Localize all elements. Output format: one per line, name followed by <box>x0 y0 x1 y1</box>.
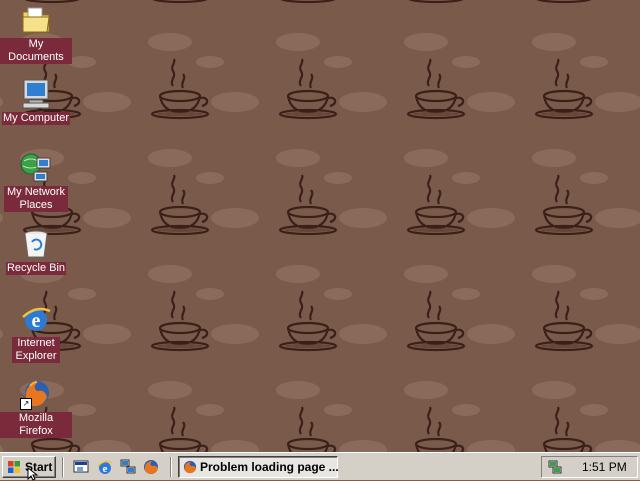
desktop-icon-my-documents[interactable]: My Documents <box>0 4 72 64</box>
computer-icon <box>20 78 52 110</box>
folder-documents-icon <box>20 4 52 36</box>
windows-logo-icon <box>8 461 20 473</box>
task-button-firefox[interactable]: Problem loading page ... <box>178 456 339 478</box>
taskbar-separator <box>170 457 172 477</box>
desktop-icon-label: My Computer <box>1 112 71 125</box>
desktop-icon-recycle-bin[interactable]: Recycle Bin <box>0 228 72 275</box>
clock[interactable]: 1:51 PM <box>582 460 627 474</box>
desktop-icon-internet-explorer[interactable]: e Internet Explorer <box>0 303 72 363</box>
desktop-icon-label: My Documents <box>0 38 72 64</box>
task-button-label: Problem loading page ... <box>200 460 339 474</box>
svg-text:e: e <box>103 463 108 475</box>
network-icon <box>20 152 52 184</box>
desktop-icon-label: Mozilla Firefox <box>0 412 72 438</box>
firefox-icon[interactable] <box>143 459 159 475</box>
network-connection-icon[interactable] <box>547 459 563 475</box>
svg-text:e: e <box>32 310 41 332</box>
desktop-icon-my-computer[interactable]: My Computer <box>0 78 72 125</box>
desktop-icon-mozilla-firefox[interactable]: ↗ Mozilla Firefox <box>0 378 72 438</box>
ie-icon: e <box>20 303 52 335</box>
desktop-icon-my-network-places[interactable]: My Network Places <box>0 152 72 212</box>
recycle-bin-icon <box>20 228 52 260</box>
desktop-icon-label: Recycle Bin <box>5 262 67 275</box>
ie-icon[interactable]: e <box>97 459 113 475</box>
system-tray: 1:51 PM <box>541 456 638 478</box>
mouse-cursor-icon <box>27 467 39 481</box>
taskbar-separator <box>62 457 64 477</box>
firefox-icon: ↗ <box>20 378 52 410</box>
firefox-icon <box>183 460 197 474</box>
desktop[interactable]: My Documents My Computer My Network Plac… <box>0 0 640 452</box>
desktop-icon-label: My Network Places <box>4 186 68 212</box>
network-icon[interactable] <box>120 459 136 475</box>
show-desktop-icon[interactable] <box>73 459 89 475</box>
shortcut-arrow-icon: ↗ <box>20 398 32 410</box>
taskbar: Start e Problem loading page ... 1:51 PM <box>0 452 640 480</box>
desktop-icon-label: Internet Explorer <box>12 337 60 363</box>
